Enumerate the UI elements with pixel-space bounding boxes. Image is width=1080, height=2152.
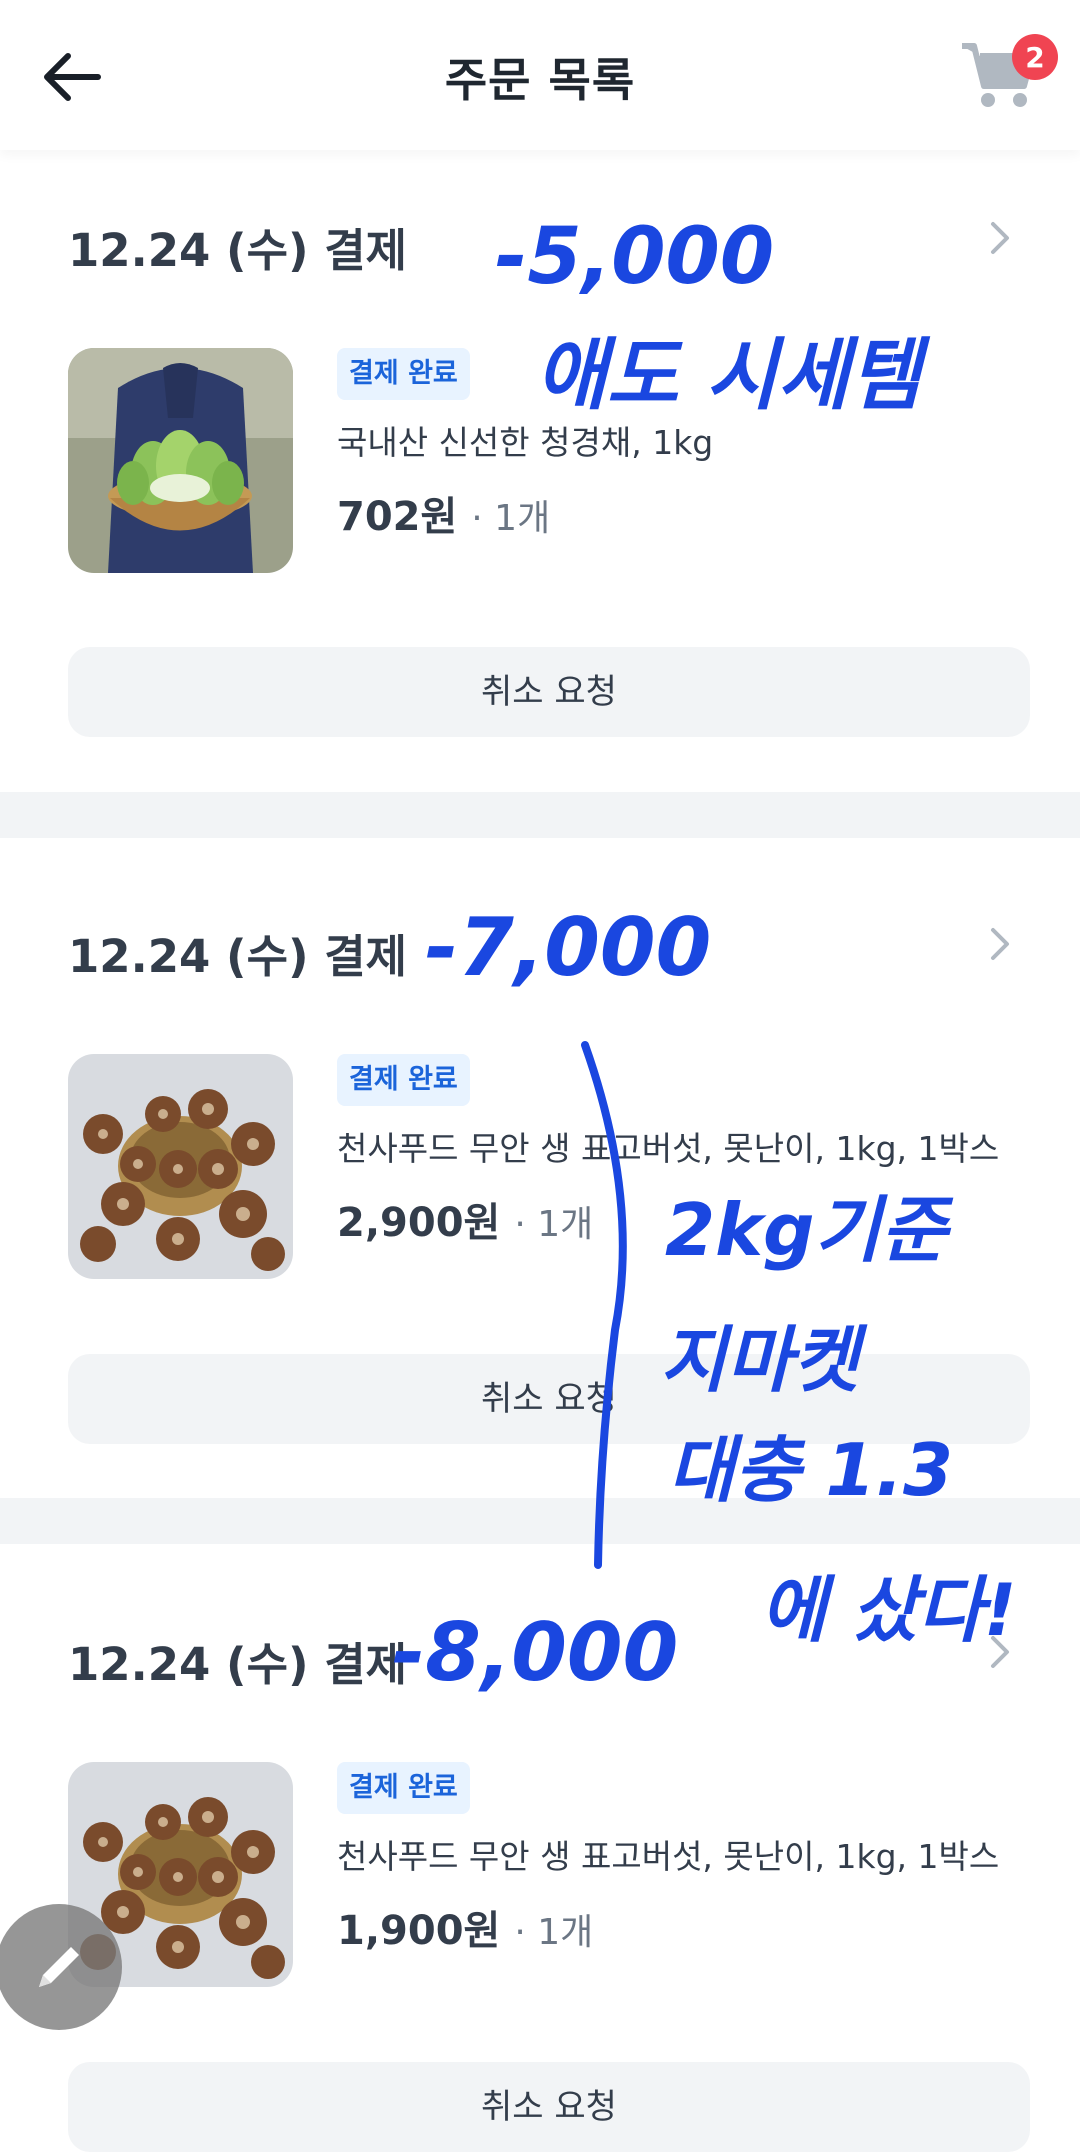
order-card: 12.24 (수) 결제 결제 완료 천사푸드 무안 생 표고버섯, 못난이, …	[0, 838, 1080, 1498]
product-name[interactable]: 천사푸드 무안 생 표고버섯, 못난이, 1kg, 1박스	[337, 1830, 999, 1878]
product-name[interactable]: 국내산 신선한 청경채, 1kg	[337, 416, 713, 464]
cancel-request-button[interactable]: 취소 요청	[68, 1354, 1030, 1444]
product-name[interactable]: 천사푸드 무안 생 표고버섯, 못난이, 1kg, 1박스	[337, 1122, 999, 1170]
status-badge: 결제 완료	[337, 348, 470, 400]
edit-fab-button[interactable]	[0, 1904, 122, 2030]
price-value: 1,900원	[337, 1908, 501, 1954]
price-value: 702원	[337, 494, 458, 540]
product-image-bok-choy[interactable]	[68, 348, 293, 573]
product-price: 702원 · 1개	[337, 484, 550, 542]
chevron-right-icon[interactable]	[988, 926, 1012, 962]
chevron-right-icon[interactable]	[988, 220, 1012, 256]
status-badge: 결제 완료	[337, 1054, 470, 1106]
quantity: · 1개	[514, 1912, 594, 1953]
order-date: 12.24 (수) 결제	[68, 1638, 408, 1691]
order-date: 12.24 (수) 결제	[68, 930, 408, 983]
price-value: 2,900원	[337, 1200, 501, 1246]
order-date: 12.24 (수) 결제	[68, 224, 408, 277]
order-card: 12.24 (수) 결제 결제 완료 국내산 신선한 청경채, 1kg 702원…	[0, 150, 1080, 792]
app-header: 주문 목록 2	[0, 0, 1080, 150]
quantity: · 1개	[471, 498, 551, 539]
cancel-request-button[interactable]: 취소 요청	[68, 2062, 1030, 2152]
page-title: 주문 목록	[444, 53, 636, 107]
section-divider	[0, 1498, 1080, 1544]
product-image-shiitake[interactable]	[68, 1054, 293, 1279]
order-card: 12.24 (수) 결제 결제 완료 천사푸드 무안 생 표고버섯, 못난이, …	[0, 1544, 1080, 2152]
product-price: 2,900원 · 1개	[337, 1190, 593, 1248]
product-price: 1,900원 · 1개	[337, 1898, 593, 1956]
cancel-request-button[interactable]: 취소 요청	[68, 647, 1030, 737]
quantity: · 1개	[514, 1204, 594, 1245]
pencil-icon	[39, 1947, 79, 1987]
cart-count-badge: 2	[1012, 34, 1058, 80]
chevron-right-icon[interactable]	[988, 1634, 1012, 1670]
section-divider	[0, 792, 1080, 838]
status-badge: 결제 완료	[337, 1762, 470, 1814]
